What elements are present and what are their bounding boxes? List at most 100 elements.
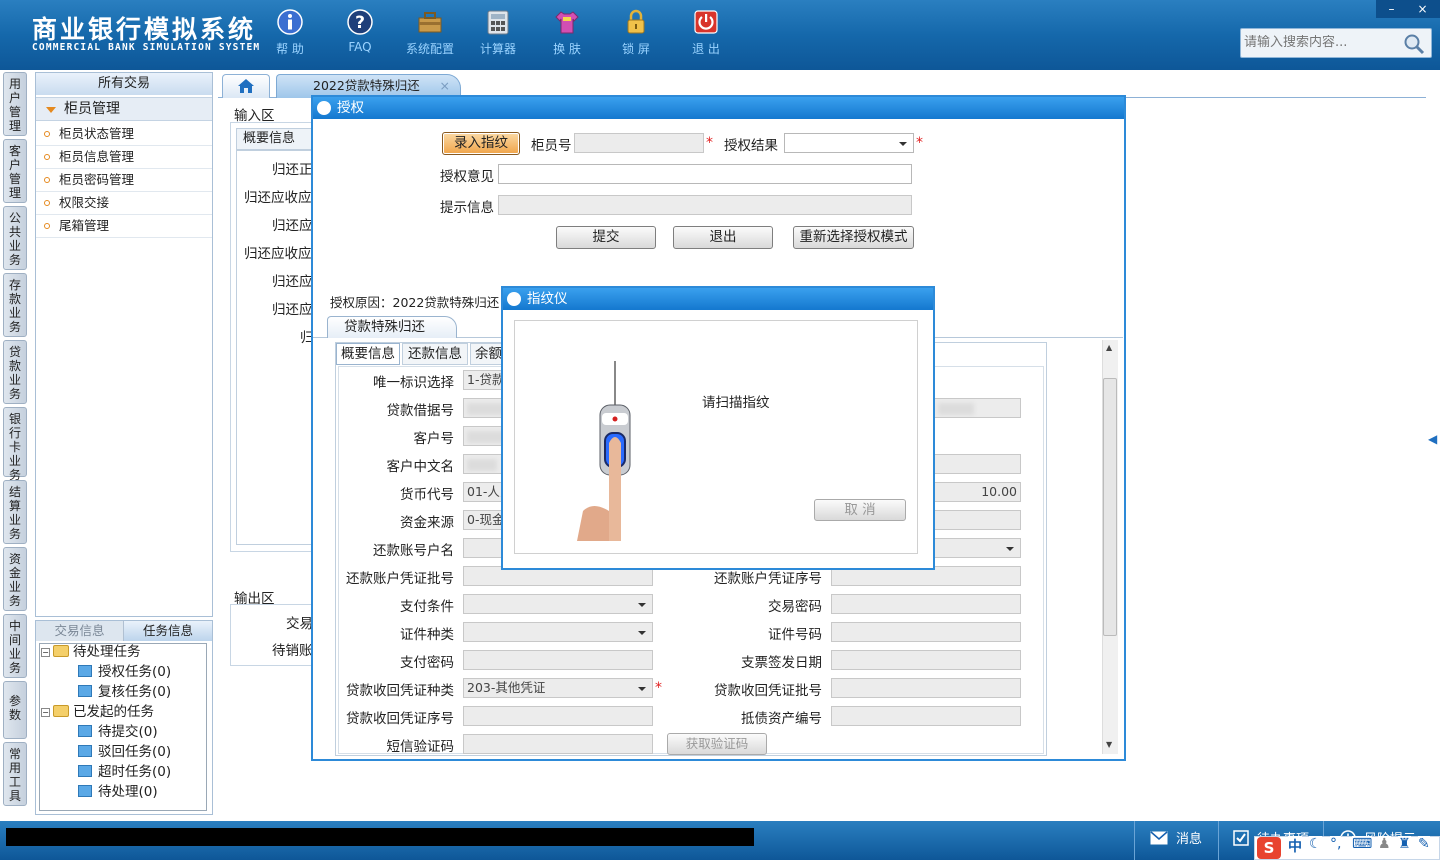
record-fingerprint-button[interactable]: 录入指纹 [442,132,520,155]
nav-parameters[interactable]: 参数 [3,681,27,739]
exit-button[interactable]: 退 出 [674,8,738,57]
right-field [931,510,1021,530]
bg-out-label: 交易 [286,616,313,632]
ime-chinese-mode[interactable]: 中 [1288,836,1302,858]
nav-customer-management[interactable]: 客户管理 [3,139,27,203]
toolbox-icon [418,12,442,33]
right-field [931,398,1021,418]
help-button[interactable]: 帮 助 [258,8,322,57]
folder-icon [53,705,69,717]
field-label: 支付条件 [400,599,454,615]
tab-transaction-info[interactable]: 交易信息 [36,621,124,641]
submit-button[interactable]: 提交 [556,226,656,249]
recovery-voucher-type-select[interactable]: 203-其他凭证 [463,678,653,698]
menu-teller-password[interactable]: 柜员密码管理 [36,169,212,192]
question-icon: ? [347,9,373,35]
ime-user-icon[interactable]: ♟ [1378,836,1391,858]
system-config-button[interactable]: 系统配置 [398,8,462,57]
exit-dialog-button[interactable]: 退出 [673,226,773,249]
subtab-repay-info[interactable]: 还款信息 [402,343,468,365]
info-icon [277,9,303,35]
reselect-mode-button[interactable]: 重新选择授权模式 [793,226,914,249]
nav-intermediate-business[interactable]: 中间业务 [3,614,27,678]
auth-opinion-input[interactable] [498,164,912,184]
bg-summary-tab[interactable]: 概要信息 [236,128,312,150]
change-skin-button[interactable]: 换 肤 [535,8,599,57]
tree-leaf-review-task[interactable]: 复核任务(0) [78,682,171,702]
scrollbar-thumb[interactable] [1103,378,1117,636]
fingerprint-cancel-button[interactable]: 取 消 [814,499,906,521]
bullet-icon [44,131,50,137]
window-controls: – × [1376,0,1440,18]
app-icon [507,292,521,306]
tree-leaf-auth-task[interactable]: 授权任务(0) [78,662,171,682]
scroll-up-icon[interactable]: ▲ [1106,343,1112,352]
tree-node-initiated[interactable]: − 已发起的任务 [41,702,154,722]
tab-close-button[interactable]: × [440,75,450,97]
fingerprint-content: 请扫描指纹 取 消 [514,320,918,554]
field-label: 证件号码 [768,627,822,643]
expand-arrow-icon [46,107,56,113]
search-icon[interactable] [1403,33,1425,55]
nav-user-management[interactable]: 用户管理 [3,72,27,136]
fingerprint-scanner-icon [577,361,631,541]
faq-button[interactable]: ? FAQ [328,8,392,54]
keyboard-icon[interactable]: ⌨ [1352,836,1373,858]
tree-leaf-to-submit[interactable]: 待提交(0) [78,722,158,742]
nav-public-business[interactable]: 公共业务 [3,206,27,270]
messages-button[interactable]: 消息 [1150,828,1202,847]
payment-condition-select[interactable] [463,594,653,614]
home-tab[interactable] [222,74,270,98]
field-label: 抵债资产编号 [741,711,822,727]
ime-skin-icon[interactable]: ♜ [1398,836,1411,858]
fingerprint-title-bar[interactable]: 指纹仪 [503,288,933,310]
id-number-field [831,622,1021,642]
teller-no-field[interactable] [574,133,704,153]
teller-management-section[interactable]: 柜员管理 [36,97,212,121]
dialog-title-bar[interactable]: 授权 [313,97,1124,119]
nav-fund-business[interactable]: 资金业务 [3,547,27,611]
nav-loan-business[interactable]: 贷款业务 [3,340,27,404]
collateral-asset-no-field [831,706,1021,726]
scroll-down-icon[interactable]: ▼ [1106,740,1112,749]
fingerprint-dialog: 指纹仪 请扫描指纹 取 消 [501,286,935,570]
search-input[interactable] [1244,35,1404,50]
id-type-select[interactable] [463,622,653,642]
ime-punct-icon[interactable]: °, [1330,836,1342,858]
menu-permission-handover[interactable]: 权限交接 [36,192,212,215]
bg-label: 归还正 [272,162,313,178]
task-icon [78,765,92,777]
tree-node-pending[interactable]: − 待处理任务 [41,642,141,662]
ime-halfwidth-icon[interactable]: ☾ [1309,836,1322,858]
field-label: 还款账户凭证序号 [714,571,822,587]
field-label: 支票签发日期 [741,655,822,671]
panel-title: 所有交易 [36,73,212,95]
ime-tools-icon[interactable]: ✎ [1418,836,1430,858]
menu-teller-info[interactable]: 柜员信息管理 [36,146,212,169]
lock-screen-button[interactable]: 锁 屏 [604,8,668,57]
right-select[interactable] [931,538,1021,558]
tree-leaf-timeout[interactable]: 超时任务(0) [78,762,171,782]
collapse-arrow-icon[interactable]: ◀ [1428,432,1440,456]
tree-leaf-rejected[interactable]: 驳回任务(0) [78,742,171,762]
menu-cash-box[interactable]: 尾箱管理 [36,215,212,238]
right-field [931,454,1021,474]
bg-label: 归还应 [272,218,313,234]
tree-leaf-to-process[interactable]: 待处理(0) [78,782,158,802]
calculator-button[interactable]: 计算器 [466,8,530,57]
sogou-logo-icon[interactable]: S [1257,837,1281,859]
menu-teller-status[interactable]: 柜员状态管理 [36,123,212,146]
nav-common-tools[interactable]: 常用工具 [3,742,27,806]
nav-bank-card-business[interactable]: 银行卡业务 [3,407,27,482]
auth-result-select[interactable] [784,133,914,153]
bullet-icon [44,177,50,183]
nav-deposit-business[interactable]: 存款业务 [3,273,27,337]
nav-settlement-business[interactable]: 结算业务 [3,480,27,544]
subtab-summary[interactable]: 概要信息 [336,343,400,365]
close-window-button[interactable]: × [1407,0,1438,18]
field-label: 支付密码 [400,655,454,671]
section-tab-loan-repay[interactable]: 贷款特殊归还 [327,316,457,338]
minimize-button[interactable]: – [1376,0,1407,18]
tab-task-info[interactable]: 任务信息 [124,621,212,641]
get-sms-code-button[interactable]: 获取验证码 [667,733,767,755]
